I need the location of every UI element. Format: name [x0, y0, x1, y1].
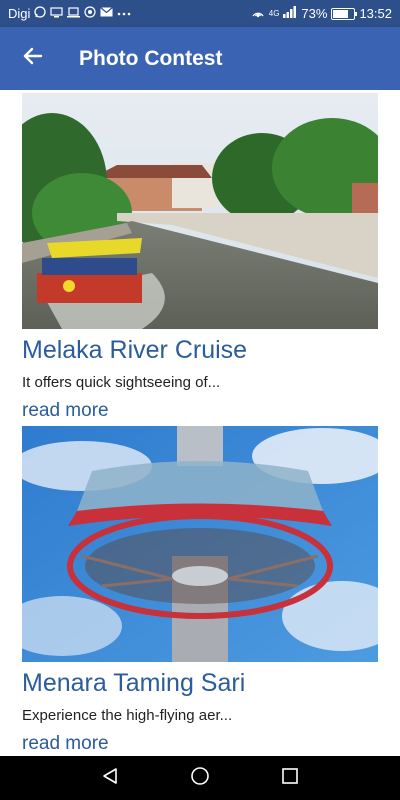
back-button[interactable] [12, 39, 52, 79]
desktop-icon [50, 6, 64, 21]
page-title: Photo Contest [79, 46, 223, 70]
card-title[interactable]: Menara Taming Sari [22, 668, 378, 698]
status-left: Digi [0, 6, 131, 21]
clock: 13:52 [359, 6, 392, 21]
menara-tower-photo[interactable] [22, 426, 378, 662]
hotspot-icon [251, 6, 265, 21]
app-bar: Photo Contest [0, 27, 400, 90]
battery-tip [355, 11, 358, 16]
card-title[interactable]: Melaka River Cruise [22, 335, 378, 365]
read-more-link[interactable]: read more [22, 399, 378, 423]
contest-card[interactable]: Melaka River Cruise It offers quick sigh… [22, 93, 378, 423]
battery-level [333, 9, 349, 18]
nav-recents-button[interactable] [275, 763, 305, 793]
battery-icon [331, 7, 358, 20]
back-triangle-icon [101, 767, 119, 790]
nav-back-button[interactable] [95, 763, 125, 793]
carrier-name: Digi [8, 6, 31, 21]
contest-list[interactable]: Melaka River Cruise It offers quick sigh… [0, 90, 400, 756]
recents-square-icon [281, 767, 299, 790]
battery-percent: 73% [301, 6, 328, 21]
nav-home-button[interactable] [185, 763, 215, 793]
status-bar: Digi 4G 73% 13:52 [0, 0, 400, 27]
home-circle-icon [190, 766, 210, 791]
card-description: Experience the high-flying aer... [22, 707, 233, 724]
arrow-left-icon [21, 45, 43, 72]
hotspot-icon [84, 6, 97, 21]
card-description: It offers quick sightseeing of... [22, 374, 221, 391]
signal-icon [283, 6, 297, 21]
contest-card[interactable]: Menara Taming Sari Experience the high-f… [22, 426, 378, 756]
more-icon [117, 8, 131, 19]
laptop-icon [67, 6, 81, 21]
signal-label: 4G [268, 9, 280, 18]
read-more-link[interactable]: read more [22, 732, 378, 756]
status-right: 4G 73% 13:52 [251, 6, 400, 21]
cruise-boat [37, 238, 142, 303]
river-cruise-photo[interactable] [22, 93, 378, 329]
navigation-bar [0, 756, 400, 800]
mail-icon [100, 7, 114, 20]
whatsapp-icon [34, 6, 47, 21]
